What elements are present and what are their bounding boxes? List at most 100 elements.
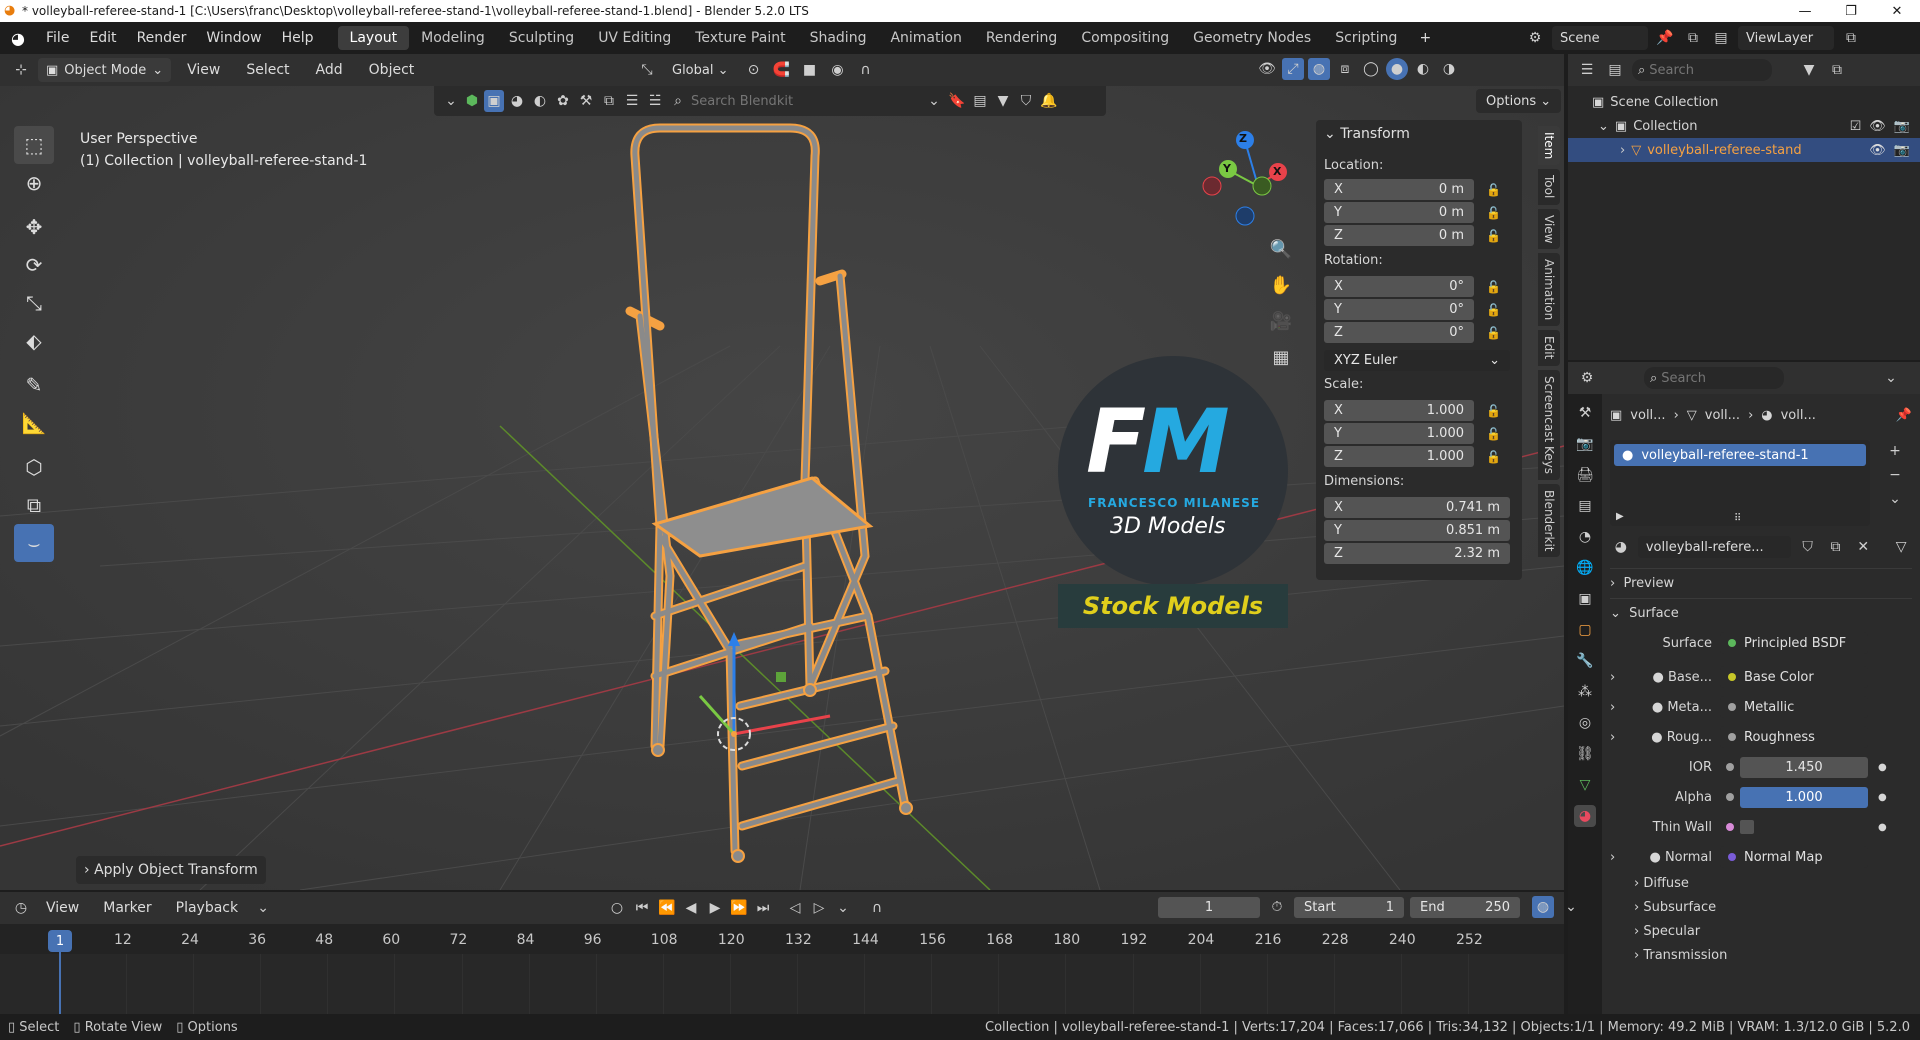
cursor-tool-icon[interactable]: ⊕ [14, 164, 54, 202]
lock-icon[interactable]: 🔓 [1486, 404, 1501, 418]
menu-file[interactable]: File [36, 30, 79, 46]
collection-tab-icon[interactable]: ▣ [1574, 588, 1596, 610]
blender-menu-icon[interactable]: ◕ [0, 29, 36, 48]
material-browse-icon[interactable]: ◕ [1610, 536, 1632, 558]
jump-keyframe-back-icon[interactable]: ⏪ [656, 897, 678, 919]
rotation-mode-select[interactable]: XYZ Euler ⌄ [1324, 350, 1510, 371]
transform-panel-header[interactable]: ⌄ Transform [1324, 126, 1514, 150]
3d-viewport[interactable]: Z X Y User Perspective (1) Collection | … [0, 86, 1564, 890]
outliner-editor-icon[interactable]: ☰ [1576, 59, 1598, 81]
zoom-icon[interactable]: 🔍 [1266, 234, 1296, 264]
properties-search-input[interactable] [1661, 370, 1772, 386]
maximize-icon[interactable]: ❐ [1828, 0, 1874, 22]
options-button[interactable]: Options ⌄ [1476, 89, 1562, 113]
camera-icon[interactable]: 🎥 [1266, 306, 1296, 336]
camera-icon[interactable]: 📷 [1894, 119, 1910, 134]
lock-icon[interactable]: 🔓 [1486, 303, 1501, 317]
lock-icon[interactable]: 🔓 [1486, 326, 1501, 340]
eye-icon[interactable]: 👁 [1869, 119, 1886, 134]
tab-rendering[interactable]: Rendering [974, 26, 1070, 50]
rotation-x-field[interactable]: X 0° [1324, 276, 1474, 297]
tab-blenderkit[interactable]: Blenderkit [1538, 483, 1560, 558]
chevron-down-icon[interactable]: ⌄ [1560, 896, 1582, 918]
add-workspace-icon[interactable]: + [1409, 30, 1441, 46]
proportional-edit-icon[interactable]: ◉ [827, 59, 849, 81]
chevron-right-icon[interactable]: › [1610, 670, 1630, 685]
modifier-tab-icon[interactable]: 🔧 [1574, 650, 1596, 672]
pivot-icon[interactable]: ⊙ [743, 59, 765, 81]
keyframe-dot-icon[interactable]: ● [1878, 762, 1887, 773]
timeline-menu-playback[interactable]: Playback [166, 900, 248, 916]
play-reverse-icon[interactable]: ◀ [680, 897, 702, 919]
tab-scripting[interactable]: Scripting [1323, 26, 1409, 50]
current-frame-field[interactable]: 1 [1158, 896, 1260, 918]
subpanel-subsurface[interactable]: › Subsurface [1634, 896, 1912, 920]
lock-icon[interactable]: 🔓 [1486, 450, 1501, 464]
preview-panel-header[interactable]: › Preview [1610, 568, 1912, 598]
annotate-tool-icon[interactable]: ✎ [14, 366, 54, 404]
wireframe-shading-icon[interactable]: ◯ [1360, 58, 1382, 80]
filter-icon[interactable]: ▼ [1798, 59, 1820, 81]
timeline-menu-marker[interactable]: Marker [93, 900, 161, 916]
rotation-z-field[interactable]: Z 0° [1324, 322, 1474, 343]
menu-render[interactable]: Render [127, 30, 197, 46]
asset-nodegroup-icon[interactable]: ⧉ [599, 90, 619, 112]
scene-icon[interactable]: ⚙ [1524, 27, 1546, 49]
subpanel-transmission[interactable]: › Transmission [1634, 944, 1912, 968]
view-layer-selector[interactable]: ViewLayer [1738, 26, 1834, 50]
transform-tool-icon[interactable]: ⬖ [14, 322, 54, 360]
outliner-search-input[interactable] [1649, 62, 1760, 78]
transform-orientation-icon[interactable]: ⤡ [636, 59, 658, 81]
pin-icon[interactable]: 📌 [1896, 408, 1912, 423]
filter-icon[interactable]: ▼ [993, 90, 1013, 112]
pan-hand-icon[interactable]: ✋ [1266, 270, 1296, 300]
tab-animation[interactable]: Animation [1538, 253, 1560, 327]
material-tab-icon[interactable]: ◕ [1574, 805, 1596, 827]
playhead[interactable]: 1 [48, 930, 72, 952]
node-tree-icon[interactable]: ▽ [1890, 536, 1912, 558]
input-link-field[interactable]: Base Color [1720, 666, 1868, 688]
lock-icon[interactable]: 🔓 [1486, 229, 1501, 243]
render-tab-icon[interactable]: 📷 [1574, 433, 1596, 455]
fake-user-shield-icon[interactable]: ⛉ [1797, 536, 1819, 558]
tool-tab-icon[interactable]: ⚒ [1574, 402, 1596, 424]
end-frame-field[interactable]: End 250 [1410, 896, 1520, 918]
lock-icon[interactable]: 🔓 [1486, 280, 1501, 294]
location-x-field[interactable]: X 0 m [1324, 179, 1474, 200]
tab-shading[interactable]: Shading [798, 26, 879, 50]
world-tab-icon[interactable]: 🌐 [1574, 557, 1596, 579]
normal-field[interactable]: Normal Map [1720, 846, 1868, 868]
tab-view[interactable]: View [1538, 208, 1560, 250]
viewport-menu-add[interactable]: Add [306, 62, 353, 78]
view-layer-icon[interactable]: ▤ [1710, 27, 1732, 49]
minimize-icon[interactable]: — [1782, 0, 1828, 22]
scale-y-field[interactable]: Y 1.000 [1324, 423, 1474, 444]
checkbox-icon[interactable]: ☑ [1850, 119, 1862, 134]
view-switch-icon[interactable]: ▤ [970, 90, 990, 112]
tab-tool[interactable]: Tool [1538, 169, 1560, 205]
next-keyframe-icon[interactable]: ▷ [808, 897, 830, 919]
viewport-menu-view[interactable]: View [177, 62, 230, 78]
dimension-x-field[interactable]: X 0.741 m [1324, 497, 1510, 518]
eye-icon[interactable]: 👁 [1869, 143, 1886, 158]
tab-texture-paint[interactable]: Texture Paint [683, 26, 797, 50]
tab-modeling[interactable]: Modeling [409, 26, 497, 50]
snap-icon[interactable]: 🧲 [771, 59, 793, 81]
remove-slot-icon[interactable]: − [1884, 464, 1906, 486]
mode-selector[interactable]: ▣ Object Mode ⌄ [38, 58, 172, 82]
viewport-menu-select[interactable]: Select [236, 62, 299, 78]
dimension-z-field[interactable]: Z 2.32 m [1324, 543, 1510, 564]
tab-screencast-keys[interactable]: Screencast Keys [1538, 369, 1560, 480]
asset-material-icon[interactable]: ◕ [507, 90, 527, 112]
orientation-selector[interactable]: Global ⌄ [664, 58, 737, 82]
gizmo-toggle-icon[interactable]: ⤢ [1282, 58, 1304, 80]
xray-icon[interactable]: ⧈ [1334, 58, 1356, 80]
collection-row[interactable]: ⌄ ▣ Collection ☑ 👁 📷 [1568, 114, 1920, 138]
expand-triangle-icon[interactable]: ▶ [1616, 511, 1624, 522]
display-mode-icon[interactable]: ▤ [1604, 59, 1626, 81]
scene-collection-row[interactable]: ▣ Scene Collection [1568, 90, 1920, 114]
add-slot-icon[interactable]: + [1884, 440, 1906, 462]
location-z-field[interactable]: Z 0 m [1324, 225, 1474, 246]
overlay-toggle-icon[interactable]: ◍ [1308, 58, 1330, 80]
subpanel-diffuse[interactable]: › Diffuse [1634, 872, 1912, 896]
